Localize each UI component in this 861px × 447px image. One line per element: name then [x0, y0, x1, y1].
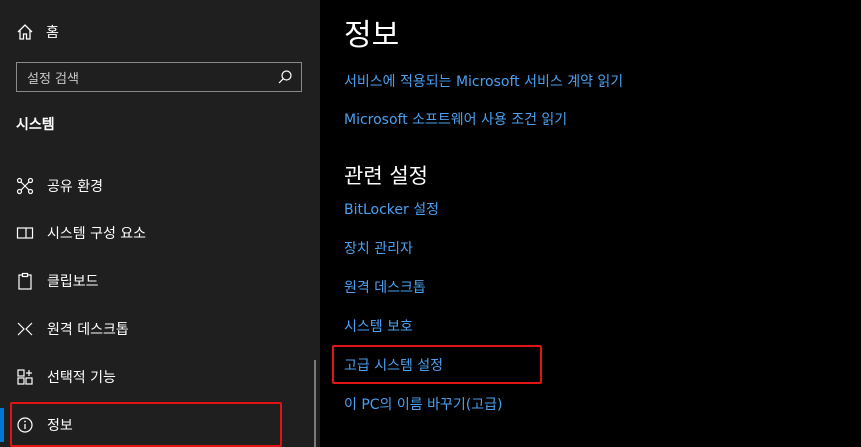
optional-features-icon: [17, 369, 33, 385]
sidebar-item-optional-features[interactable]: 선택적 기능: [0, 356, 318, 398]
link-service-agreement[interactable]: 서비스에 적용되는 Microsoft 서비스 계약 읽기: [344, 71, 623, 91]
link-device-manager[interactable]: 장치 관리자: [344, 238, 413, 258]
sidebar-item-label: 선택적 기능: [47, 370, 116, 386]
sidebar-scrollbar[interactable]: [314, 360, 316, 447]
link-rename-pc-advanced[interactable]: 이 PC의 이름 바꾸기(고급): [344, 394, 502, 414]
link-system-protection[interactable]: 시스템 보호: [344, 316, 413, 336]
search-input[interactable]: 설정 검색: [17, 68, 277, 87]
settings-search-box[interactable]: 설정 검색: [16, 62, 302, 92]
page-title: 정보: [344, 18, 400, 53]
sidebar-item-shared-experiences[interactable]: 공유 환경: [0, 165, 318, 207]
clipboard-icon: [18, 272, 32, 290]
search-icon[interactable]: [277, 69, 293, 85]
sidebar-item-label: 원격 데스크톱: [47, 322, 129, 338]
home-nav-item[interactable]: 홈: [16, 18, 59, 46]
sidebar-item-clipboard[interactable]: 클립보드: [0, 260, 318, 302]
sidebar-item-label: 시스템 구성 요소: [47, 226, 147, 242]
system-components-icon: [16, 227, 34, 239]
link-remote-desktop[interactable]: 원격 데스크톱: [344, 277, 426, 297]
sidebar-item-system-components[interactable]: 시스템 구성 요소: [0, 212, 318, 254]
remote-desktop-icon: [17, 322, 33, 336]
selection-indicator: [0, 408, 4, 442]
sidebar: 홈 설정 검색 시스템 공유 환경 시스템 구성 요소 클립보드 원격 데스크톱…: [0, 0, 320, 447]
section-title: 시스템: [16, 117, 55, 133]
highlight-box-advanced-settings: [332, 345, 542, 384]
highlight-box-about: [10, 402, 282, 447]
home-icon: [17, 24, 33, 40]
sidebar-item-remote-desktop[interactable]: 원격 데스크톱: [0, 308, 318, 350]
home-label: 홈: [46, 25, 59, 41]
shared-experiences-icon: [16, 177, 34, 195]
sidebar-item-label: 공유 환경: [47, 179, 103, 195]
link-bitlocker-settings[interactable]: BitLocker 설정: [344, 199, 439, 219]
sidebar-item-label: 클립보드: [47, 274, 99, 290]
link-software-license-terms[interactable]: Microsoft 소프트웨어 사용 조건 읽기: [344, 109, 567, 129]
related-settings-title: 관련 설정: [344, 164, 428, 188]
